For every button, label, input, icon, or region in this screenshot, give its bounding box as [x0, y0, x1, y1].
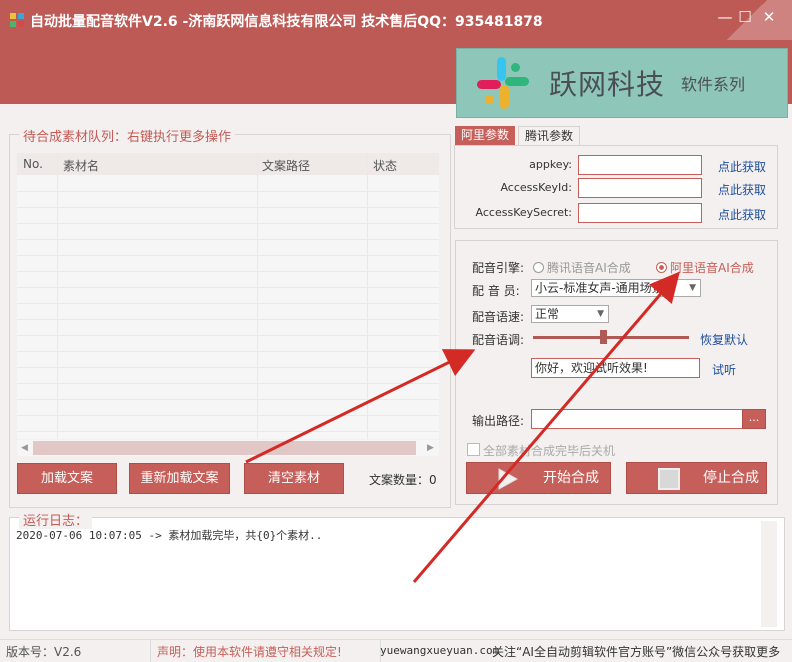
access-key-secret-input[interactable]: [578, 203, 702, 223]
stop-synthesis-button[interactable]: 停止合成: [626, 462, 767, 494]
grid-row-line: [17, 367, 439, 368]
grid-row-line: [17, 239, 439, 240]
grid-row-line: [17, 287, 439, 288]
status-divider: [150, 640, 151, 662]
test-text-input[interactable]: 你好，欢迎试听效果!: [531, 358, 700, 378]
scroll-right-icon[interactable]: ▶: [427, 440, 434, 456]
voice-label: 配 音 员:: [472, 284, 520, 298]
stop-icon: [658, 468, 680, 490]
access-key-id-input[interactable]: [578, 178, 702, 198]
browse-button[interactable]: ...: [742, 409, 766, 429]
speed-select-value: 正常: [535, 307, 560, 321]
voice-select-value: 小云-标准女声-通用场景: [535, 281, 664, 295]
access-key-secret-label: AccessKeySecret:: [475, 206, 572, 219]
script-count: 文案数量：0: [369, 471, 437, 488]
access-key-id-get-link[interactable]: 点此获取: [718, 181, 766, 198]
access-key-id-label: AccessKeyId:: [500, 181, 572, 194]
clear-material-label: 清空素材: [267, 471, 320, 486]
window-title: 自动批量配音软件V2.6 -济南跃网信息科技有限公司 技术售后QQ：935481…: [30, 14, 543, 30]
reload-script-button[interactable]: 重新加载文案: [129, 463, 230, 494]
reset-default-link[interactable]: 恢复默认: [700, 331, 748, 348]
grid-row-line: [17, 431, 439, 432]
grid-divider: [367, 153, 368, 439]
access-key-secret-get-link[interactable]: 点此获取: [718, 206, 766, 223]
log-line: 2020-07-06 10:07:05 -> 素材加载完毕，共{0}个素材..: [16, 529, 323, 542]
scroll-left-icon[interactable]: ◀: [21, 440, 28, 456]
shutdown-checkbox[interactable]: 全部素材合成完毕后关机: [467, 442, 615, 459]
grid-row-line: [17, 255, 439, 256]
engine-radio-tencent[interactable]: 腾讯语音AI合成: [533, 259, 631, 276]
grid-divider: [257, 153, 258, 439]
listen-test-link[interactable]: 试听: [712, 361, 736, 378]
appkey-label: appkey:: [529, 158, 572, 171]
log-vertical-scrollbar[interactable]: [761, 521, 777, 627]
grid-row-line: [17, 351, 439, 352]
maximize-button[interactable]: ☐: [733, 8, 757, 26]
appkey-get-link[interactable]: 点此获取: [718, 158, 766, 175]
chevron-down-icon: ▼: [689, 283, 696, 293]
wechat-text: 关注“AI全自动剪辑软件官方账号”微信公众号获取更多: [492, 645, 781, 659]
app-logo-icon: [10, 13, 24, 27]
col-script-path[interactable]: 文案路径: [262, 157, 310, 174]
voice-select[interactable]: 小云-标准女声-通用场景 ▼: [531, 279, 701, 297]
pitch-slider-thumb[interactable]: [600, 330, 608, 344]
shutdown-label: 全部素材合成完毕后关机: [483, 444, 616, 458]
engine-tencent-label: 腾讯语音AI合成: [547, 261, 631, 275]
brand-series: 软件系列: [681, 75, 746, 94]
tab-aliyun-params[interactable]: 阿里参数: [455, 126, 516, 145]
queue-table[interactable]: No. 素材名 文案路径 状态: [17, 153, 439, 439]
checkbox-icon: [467, 443, 480, 456]
brand-logo-icon: [477, 57, 529, 109]
engine-radio-aliyun[interactable]: 阿里语音AI合成: [656, 259, 754, 276]
grid-row-line: [17, 271, 439, 272]
brand-name: 跃网科技: [549, 68, 666, 101]
load-script-label: 加载文案: [40, 471, 93, 486]
grid-divider: [57, 153, 58, 439]
website-text[interactable]: yuewangxueyuan.com: [380, 644, 499, 657]
reload-script-label: 重新加载文案: [140, 471, 219, 486]
queue-table-header: No. 素材名 文案路径 状态: [17, 153, 439, 175]
grid-row-line: [17, 383, 439, 384]
start-synthesis-button[interactable]: 开始合成: [466, 462, 611, 494]
pitch-label: 配音语调:: [472, 333, 525, 347]
scroll-thumb[interactable]: [33, 441, 416, 455]
stop-synthesis-label: 停止合成: [703, 470, 759, 486]
chevron-down-icon: ▼: [597, 309, 604, 319]
queue-horizontal-scrollbar[interactable]: ◀ ▶: [17, 440, 439, 456]
brand-banner: 跃网科技 软件系列: [456, 48, 788, 118]
load-script-button[interactable]: 加载文案: [17, 463, 117, 494]
status-bar: 版本号：V2.6 声明：使用本软件请遵守相关规定! yuewangxueyuan…: [0, 639, 792, 662]
engine-aliyun-label: 阿里语音AI合成: [670, 261, 754, 275]
output-path-input[interactable]: [531, 409, 743, 429]
notice-text: 声明：使用本软件请遵守相关规定!: [157, 645, 342, 659]
script-count-value: 0: [429, 473, 437, 487]
tab-tencent-params[interactable]: 腾讯参数: [518, 126, 581, 146]
queue-legend: 待合成素材队列：右键执行更多操作: [19, 126, 236, 145]
grid-row-line: [17, 223, 439, 224]
engine-label: 配音引擎:: [472, 261, 525, 275]
appkey-input[interactable]: [578, 155, 702, 175]
script-count-label: 文案数量：: [369, 473, 430, 487]
start-synthesis-label: 开始合成: [543, 470, 599, 486]
clear-material-button[interactable]: 清空素材: [244, 463, 344, 494]
col-material-name[interactable]: 素材名: [63, 157, 99, 174]
output-path-label: 输出路径:: [472, 414, 525, 428]
speed-label: 配音语速:: [472, 310, 525, 324]
radio-on-icon: [656, 262, 667, 273]
grid-row-line: [17, 319, 439, 320]
col-no[interactable]: No.: [23, 157, 43, 171]
version-text: 版本号：V2.6: [6, 645, 82, 659]
play-icon: [498, 468, 519, 490]
grid-row-line: [17, 399, 439, 400]
radio-off-icon: [533, 262, 544, 273]
grid-row-line: [17, 207, 439, 208]
col-status[interactable]: 状态: [373, 157, 397, 174]
grid-row-line: [17, 335, 439, 336]
pitch-slider-track[interactable]: [533, 336, 689, 339]
grid-row-line: [17, 415, 439, 416]
grid-row-line: [17, 191, 439, 192]
grid-row-line: [17, 303, 439, 304]
speed-select[interactable]: 正常 ▼: [531, 305, 609, 323]
close-button[interactable]: ✕: [757, 8, 781, 26]
